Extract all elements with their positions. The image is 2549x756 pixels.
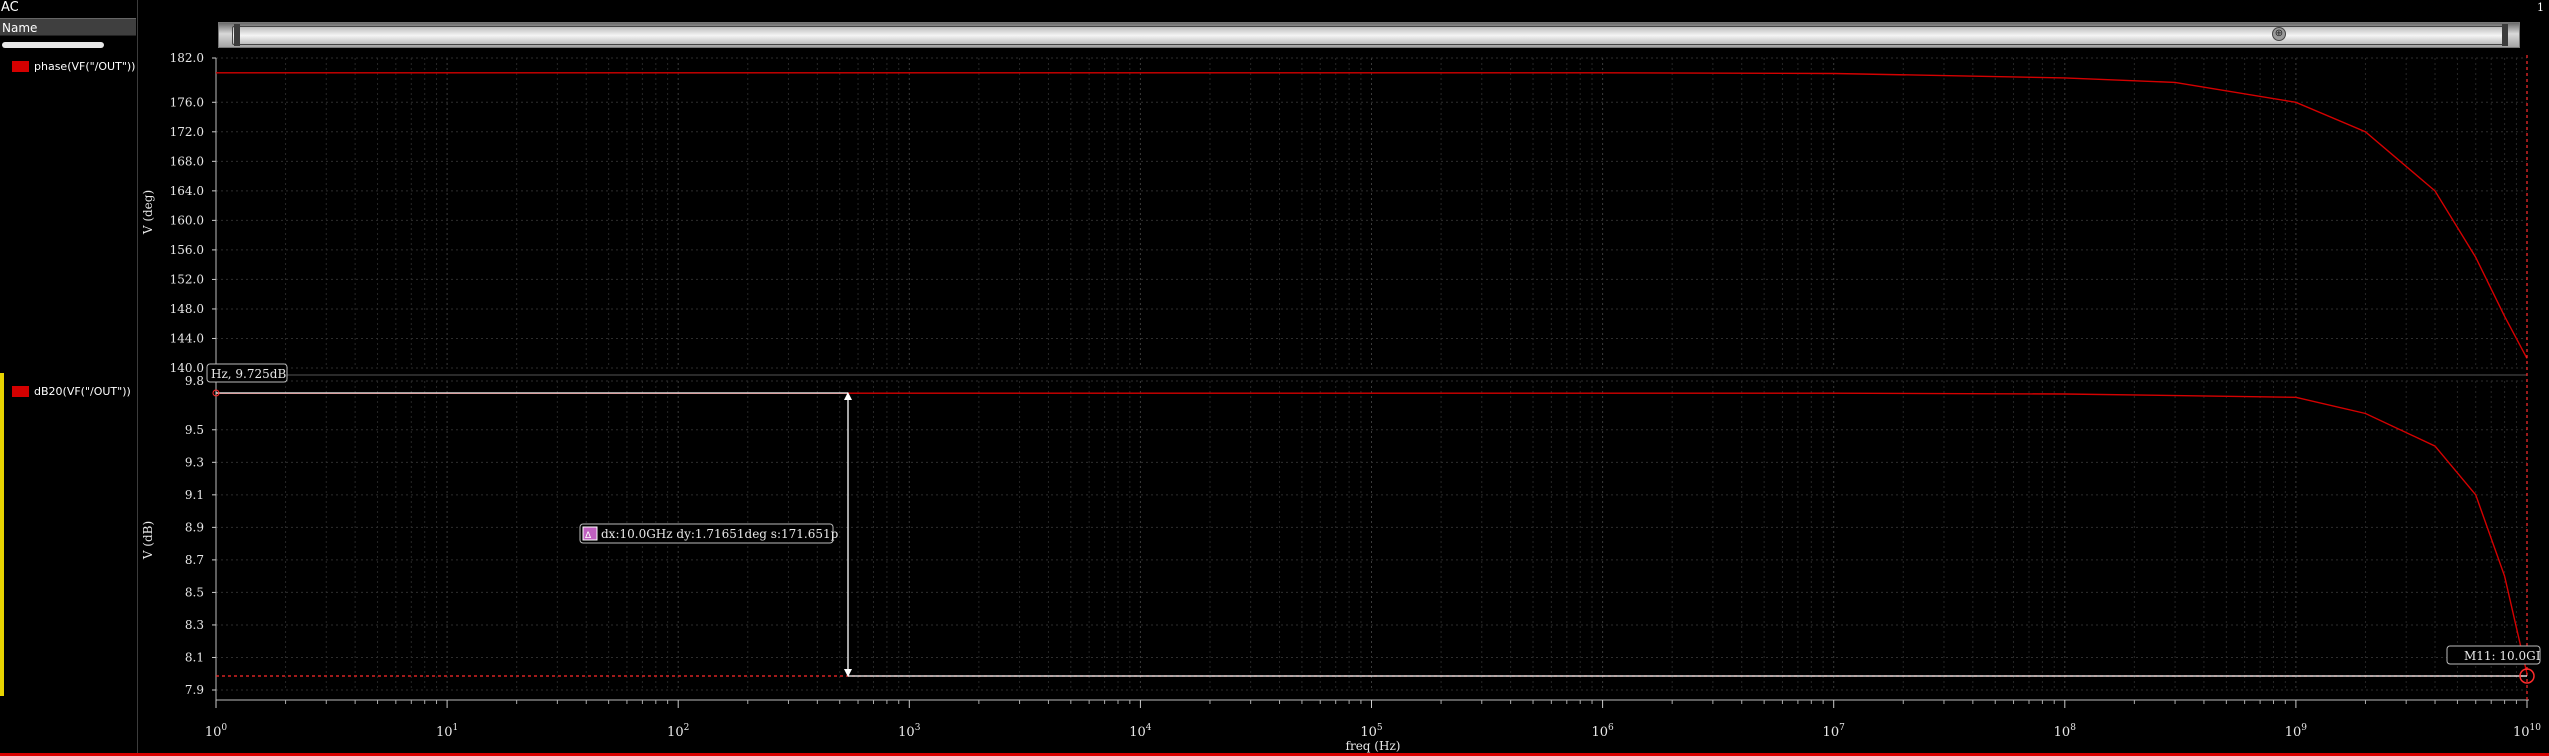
y-tick-label: 160.0	[170, 213, 204, 227]
y-tick-label: 182.0	[170, 51, 204, 65]
x-tick-label: 107	[1823, 723, 1846, 740]
x-tick-label: 109	[2285, 723, 2308, 740]
phase-y-ticks: 140.0 144.0 148.0 152.0 156.0 160.0 164.0 168.0…	[170, 51, 216, 375]
marker-layer[interactable]: Hz, 9.725dB M11: 10.0GI Δ dx:10.0GHz dy:…	[206, 55, 2541, 700]
x-ticks: 100 101 102 103 104 105 106 107 108 109 1010	[205, 700, 2541, 740]
delta-icon-glyph: Δ	[585, 531, 592, 541]
x-axis-label: freq (Hz)	[1346, 739, 1401, 753]
y-tick-label: 9.8	[185, 374, 204, 388]
x-tick-label: 104	[1129, 723, 1152, 740]
db-y-axis-label: V (dB)	[141, 521, 155, 560]
x-tick-label: 106	[1591, 723, 1614, 740]
delta-label: dx:10.0GHz dy:1.71651deg s:171.651p	[601, 527, 839, 541]
plot-grid	[215, 57, 2527, 691]
marker-m11-label: M11: 10.0GI	[2464, 649, 2541, 663]
x-tick-label: 1010	[2513, 723, 2541, 740]
y-tick-label: 7.9	[185, 683, 204, 697]
y-tick-label: 8.5	[185, 585, 204, 599]
phase-y-axis-label: V (deg)	[141, 190, 155, 235]
y-tick-label: 168.0	[170, 154, 204, 168]
x-tick-label: 105	[1360, 723, 1383, 740]
marker-left-label: Hz, 9.725dB	[211, 367, 286, 381]
y-tick-label: 9.5	[185, 423, 204, 437]
y-tick-label: 172.0	[170, 125, 204, 139]
x-tick-label: 101	[436, 723, 458, 740]
x-tick-label: 102	[667, 723, 689, 740]
db-y-ticks: 7.9 8.1 8.3 8.5 8.7 8.9 9.1 9.3 9.5 9.8	[185, 374, 216, 697]
plot-axes	[215, 58, 2529, 701]
y-tick-label: 8.3	[185, 618, 204, 632]
trace-layer[interactable]	[216, 72, 2528, 674]
y-tick-label: 8.1	[185, 650, 204, 664]
y-tick-label: 148.0	[170, 302, 204, 316]
y-tick-label: 176.0	[170, 95, 204, 109]
y-tick-label: 152.0	[170, 272, 204, 286]
y-tick-label: 156.0	[170, 243, 204, 257]
y-tick-label: 9.3	[185, 455, 204, 469]
y-tick-label: 164.0	[170, 184, 204, 198]
y-tick-label: 140.0	[170, 361, 204, 375]
x-tick-label: 100	[205, 723, 228, 740]
phase-trace-line[interactable]	[216, 72, 2528, 359]
y-tick-label: 8.9	[185, 520, 204, 534]
y-tick-label: 9.1	[185, 488, 204, 502]
x-tick-label: 108	[2054, 723, 2077, 740]
x-tick-label: 103	[898, 723, 921, 740]
y-tick-label: 144.0	[170, 331, 204, 345]
y-tick-label: 8.7	[185, 553, 204, 567]
ac-waveform-plot[interactable]: 140.0 144.0 148.0 152.0 156.0 160.0 164.0 168.0…	[0, 0, 2549, 756]
